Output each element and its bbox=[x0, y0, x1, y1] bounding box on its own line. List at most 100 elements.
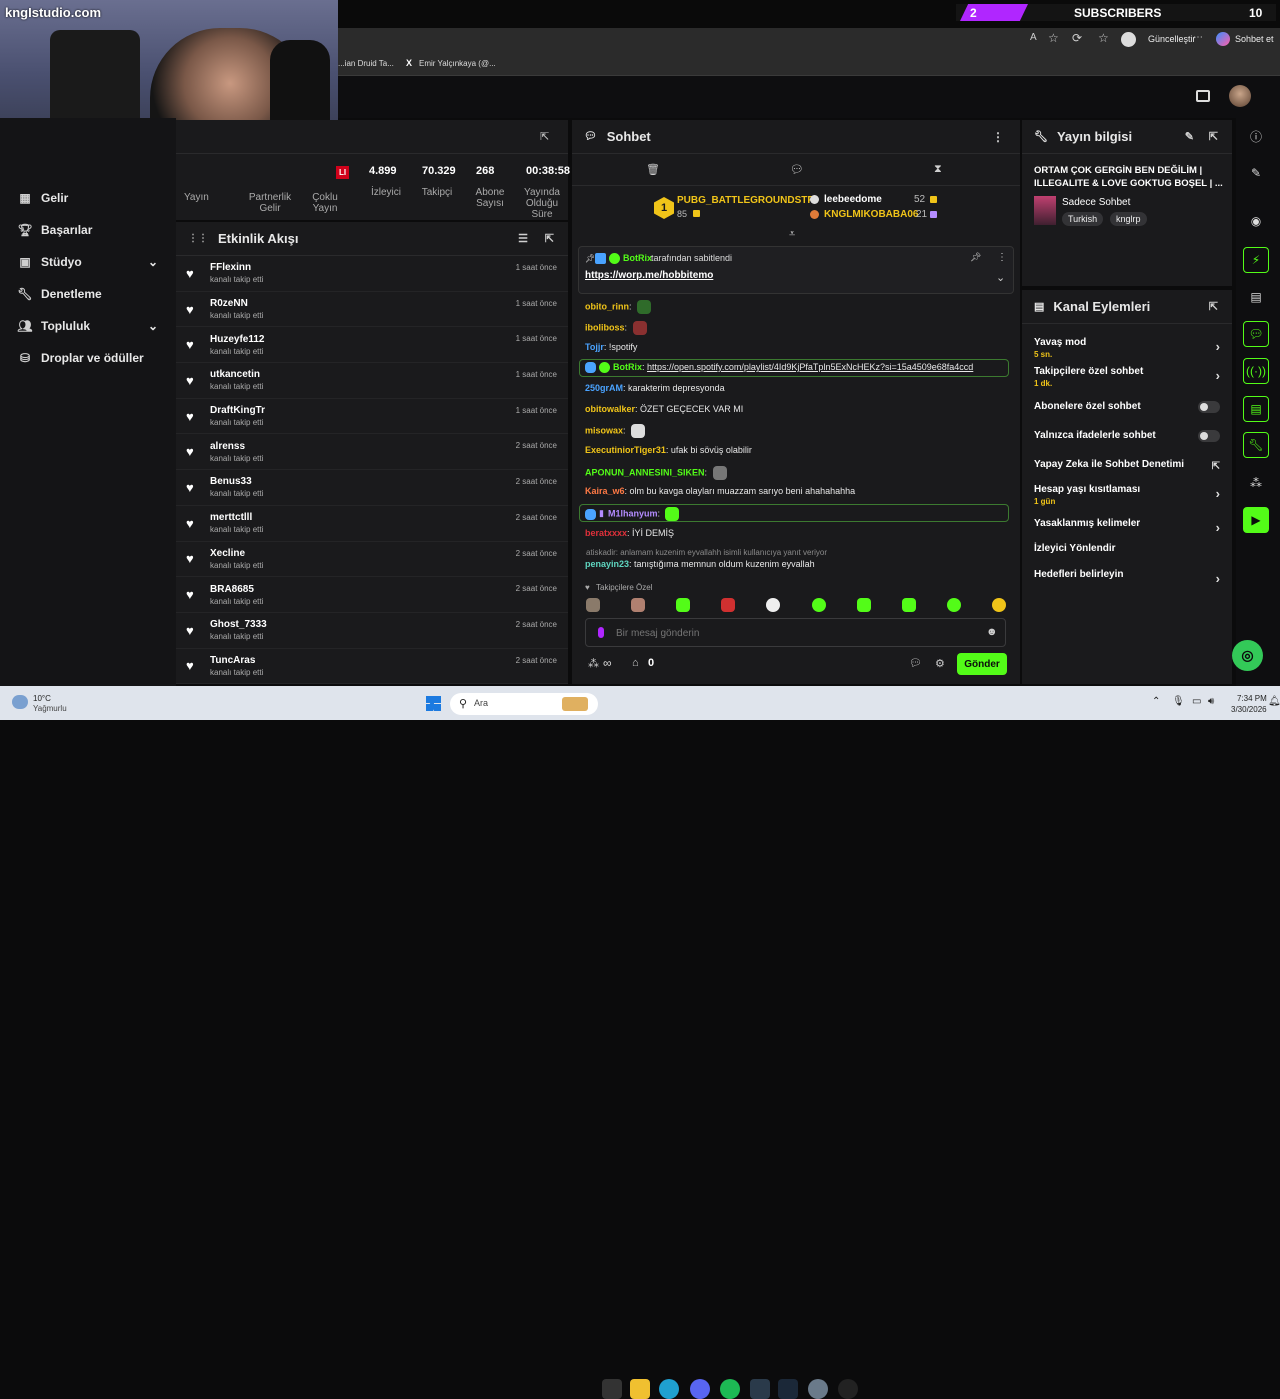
event-username[interactable]: alrenss bbox=[210, 441, 263, 452]
task-view-icon[interactable] bbox=[602, 1379, 622, 1399]
chat-username[interactable]: Kaira_w6 bbox=[585, 486, 625, 496]
chat-message[interactable]: Kaira_w6: olm bu kavga olayları muazzam … bbox=[585, 486, 855, 496]
event-username[interactable]: Benus33 bbox=[210, 476, 263, 487]
profile-icon[interactable] bbox=[1121, 32, 1136, 47]
event-row[interactable]: ♥ DraftKingTr kanalı takip etti 1 saat ö… bbox=[176, 399, 568, 435]
emote-icon[interactable] bbox=[721, 598, 736, 612]
event-username[interactable]: BRA8685 bbox=[210, 584, 263, 595]
steam-icon[interactable] bbox=[778, 1379, 798, 1399]
gear-icon[interactable]: ⚙ bbox=[935, 657, 945, 670]
unpin-icon[interactable]: 📌︎ bbox=[970, 252, 981, 263]
event-username[interactable]: Xecline bbox=[210, 548, 263, 559]
chat-message[interactable]: beratxxxx: İYİ DEMİŞ bbox=[585, 528, 674, 538]
wrench-icon[interactable]: 🔧︎ bbox=[1243, 432, 1269, 458]
chat-bubble-icon[interactable]: 💬︎ bbox=[790, 163, 804, 176]
chat-bubble-icon[interactable]: 💬︎ bbox=[909, 658, 922, 669]
clip-icon[interactable] bbox=[1196, 90, 1210, 102]
clock-time[interactable]: 7:34 PM bbox=[1237, 694, 1267, 703]
sidebar-item-denetleme[interactable]: 🔧︎ Denetleme bbox=[0, 278, 176, 310]
file-explorer-icon[interactable] bbox=[630, 1379, 650, 1399]
broadcast-icon[interactable]: ((·)) bbox=[1243, 358, 1269, 384]
pinned-by-user[interactable]: BotRix bbox=[623, 253, 652, 263]
send-button[interactable]: Gönder bbox=[957, 653, 1007, 675]
kebab-menu-icon[interactable]: ⋮ bbox=[992, 130, 1004, 144]
leader-second-name[interactable]: leebeedome bbox=[824, 194, 882, 205]
chat-username[interactable]: APONUN_ANNESINI_SIKEN bbox=[585, 467, 705, 477]
popout-icon[interactable]: ⇱ bbox=[1209, 300, 1218, 313]
chat-message[interactable]: penayin23: tanıştığıma memnun oldum kuze… bbox=[585, 559, 815, 569]
leader-first-name[interactable]: PUBG_BATTLEGROUNDSTR bbox=[677, 195, 815, 206]
extensions-icon[interactable]: ⟳ bbox=[1072, 31, 1082, 45]
taskbar-search[interactable]: ⚲ Ara bbox=[450, 693, 598, 715]
emote-icon[interactable] bbox=[766, 598, 781, 612]
info-icon[interactable]: ⓘ bbox=[1243, 123, 1269, 149]
filter-icon[interactable]: ☰ bbox=[518, 232, 528, 245]
sidebar-item-studyo[interactable]: ▣ Stüdyo ⌄ bbox=[0, 246, 176, 278]
chat-message[interactable]: APONUN_ANNESINI_SIKEN: bbox=[585, 466, 727, 480]
event-username[interactable]: FFlexinn bbox=[210, 262, 263, 273]
bookmark-item[interactable]: Emir Yalçınkaya (@... bbox=[419, 59, 496, 68]
media-icon[interactable]: ▶ bbox=[1243, 507, 1269, 533]
channel-action-item[interactable]: Yalnızca ifadelerle sohbet bbox=[1034, 430, 1220, 442]
update-button[interactable]: Güncelleştir bbox=[1148, 34, 1196, 44]
event-row[interactable]: ♥ FFlexinn kanalı takip etti 1 saat önce bbox=[176, 256, 568, 292]
chat-username[interactable]: beratxxxx bbox=[585, 528, 627, 538]
event-row[interactable]: ♥ Benus33 kanalı takip etti 2 saat önce bbox=[176, 470, 568, 506]
spotify-icon[interactable] bbox=[720, 1379, 740, 1399]
channel-action-item[interactable]: Yapay Zeka ile Sohbet Denetimi ⇱ bbox=[1034, 459, 1220, 472]
emote-icon[interactable] bbox=[811, 598, 826, 612]
chat-message[interactable]: misowax: bbox=[585, 424, 646, 438]
event-row[interactable]: ♥ merttctlll kanalı takip etti 2 saat ön… bbox=[176, 506, 568, 542]
emote-icon[interactable] bbox=[631, 598, 646, 612]
chat-input[interactable] bbox=[616, 625, 956, 641]
sidebar-item-basarilar[interactable]: 🏆︎ Başarılar bbox=[0, 214, 176, 246]
screenshot-icon[interactable]: ◉ bbox=[1243, 208, 1269, 234]
chat-username[interactable]: obito_rinn bbox=[585, 301, 629, 311]
edit-icon[interactable]: ✎ bbox=[1243, 160, 1269, 186]
event-username[interactable]: merttctlll bbox=[210, 512, 263, 523]
event-username[interactable]: Huzeyfe112 bbox=[210, 334, 264, 345]
chat-username[interactable]: ExecutiniorTiger31 bbox=[585, 445, 666, 455]
settings-icon[interactable] bbox=[808, 1379, 828, 1399]
emote-icon[interactable] bbox=[946, 598, 961, 612]
collapse-icon[interactable]: ⩡ bbox=[789, 228, 795, 241]
toggle-switch[interactable] bbox=[1198, 401, 1220, 413]
event-username[interactable]: DraftKingTr bbox=[210, 405, 265, 416]
chat-message[interactable]: ExecutiniorTiger31: ufak bi sövüş olabil… bbox=[585, 445, 752, 455]
channel-action-item[interactable]: Yavaş mod 5 sn. › bbox=[1034, 337, 1220, 359]
volume-icon[interactable]: 🔊︎ bbox=[1208, 696, 1214, 707]
event-row[interactable]: ♥ alrenss kanalı takip etti 2 saat önce bbox=[176, 434, 568, 471]
emote-icon[interactable] bbox=[676, 598, 691, 612]
gift-icon[interactable]: ⌂ bbox=[632, 657, 639, 669]
popout-icon[interactable]: ⇱ bbox=[1209, 130, 1218, 143]
channel-action-item[interactable]: Yasaklanmış kelimeler › bbox=[1034, 518, 1220, 535]
more-icon[interactable]: ⋯ bbox=[1193, 32, 1203, 43]
category-name[interactable]: Sadece Sohbet bbox=[1062, 197, 1130, 208]
avatar[interactable] bbox=[1229, 85, 1251, 107]
emote-icon[interactable] bbox=[901, 598, 916, 612]
event-username[interactable]: Ghost_7333 bbox=[210, 619, 267, 630]
channel-action-item[interactable]: Hedefleri belirleyin › bbox=[1034, 569, 1220, 586]
community-icon[interactable]: ⁂ bbox=[1243, 470, 1269, 496]
popout-icon[interactable]: ⇱ bbox=[540, 130, 549, 143]
channel-actions-icon[interactable]: ▤ bbox=[1243, 396, 1269, 422]
mic-icon[interactable] bbox=[598, 627, 604, 638]
chat-input-box[interactable]: ☻ bbox=[585, 618, 1006, 647]
chat-message[interactable]: 250grAM: karakterim depresyonda bbox=[585, 383, 725, 393]
favorites-icon[interactable]: ☆ bbox=[1098, 31, 1109, 45]
event-username[interactable]: utkancetin bbox=[210, 369, 263, 380]
emoji-icon[interactable]: ☻ bbox=[986, 626, 998, 638]
lightning-icon[interactable]: ⚡︎ bbox=[1243, 247, 1269, 273]
document-icon[interactable]: ▤ bbox=[1243, 284, 1269, 310]
channel-action-item[interactable]: Abonelere özel sohbet bbox=[1034, 401, 1220, 413]
notification-icon[interactable]: 🔔︎ bbox=[1268, 696, 1280, 707]
sidebar-item-droplar[interactable]: ⛁ Droplar ve ödüller bbox=[0, 342, 176, 374]
chat-message[interactable]: obitowalker: ÖZET GEÇECEK VAR MI bbox=[585, 404, 743, 414]
leader-third-name[interactable]: KNGLMIKOBABA06 bbox=[824, 209, 918, 220]
chat-message[interactable]: Tojjr: !spotify bbox=[585, 342, 637, 352]
copilot-icon[interactable] bbox=[1216, 32, 1230, 46]
clock-date[interactable]: 3/30/2026 bbox=[1231, 705, 1267, 714]
points-icon[interactable]: ⁂ bbox=[588, 657, 599, 670]
sohbet-et-button[interactable]: Sohbet et bbox=[1235, 34, 1274, 44]
drag-handle-icon[interactable]: ⋮⋮ bbox=[188, 233, 208, 244]
